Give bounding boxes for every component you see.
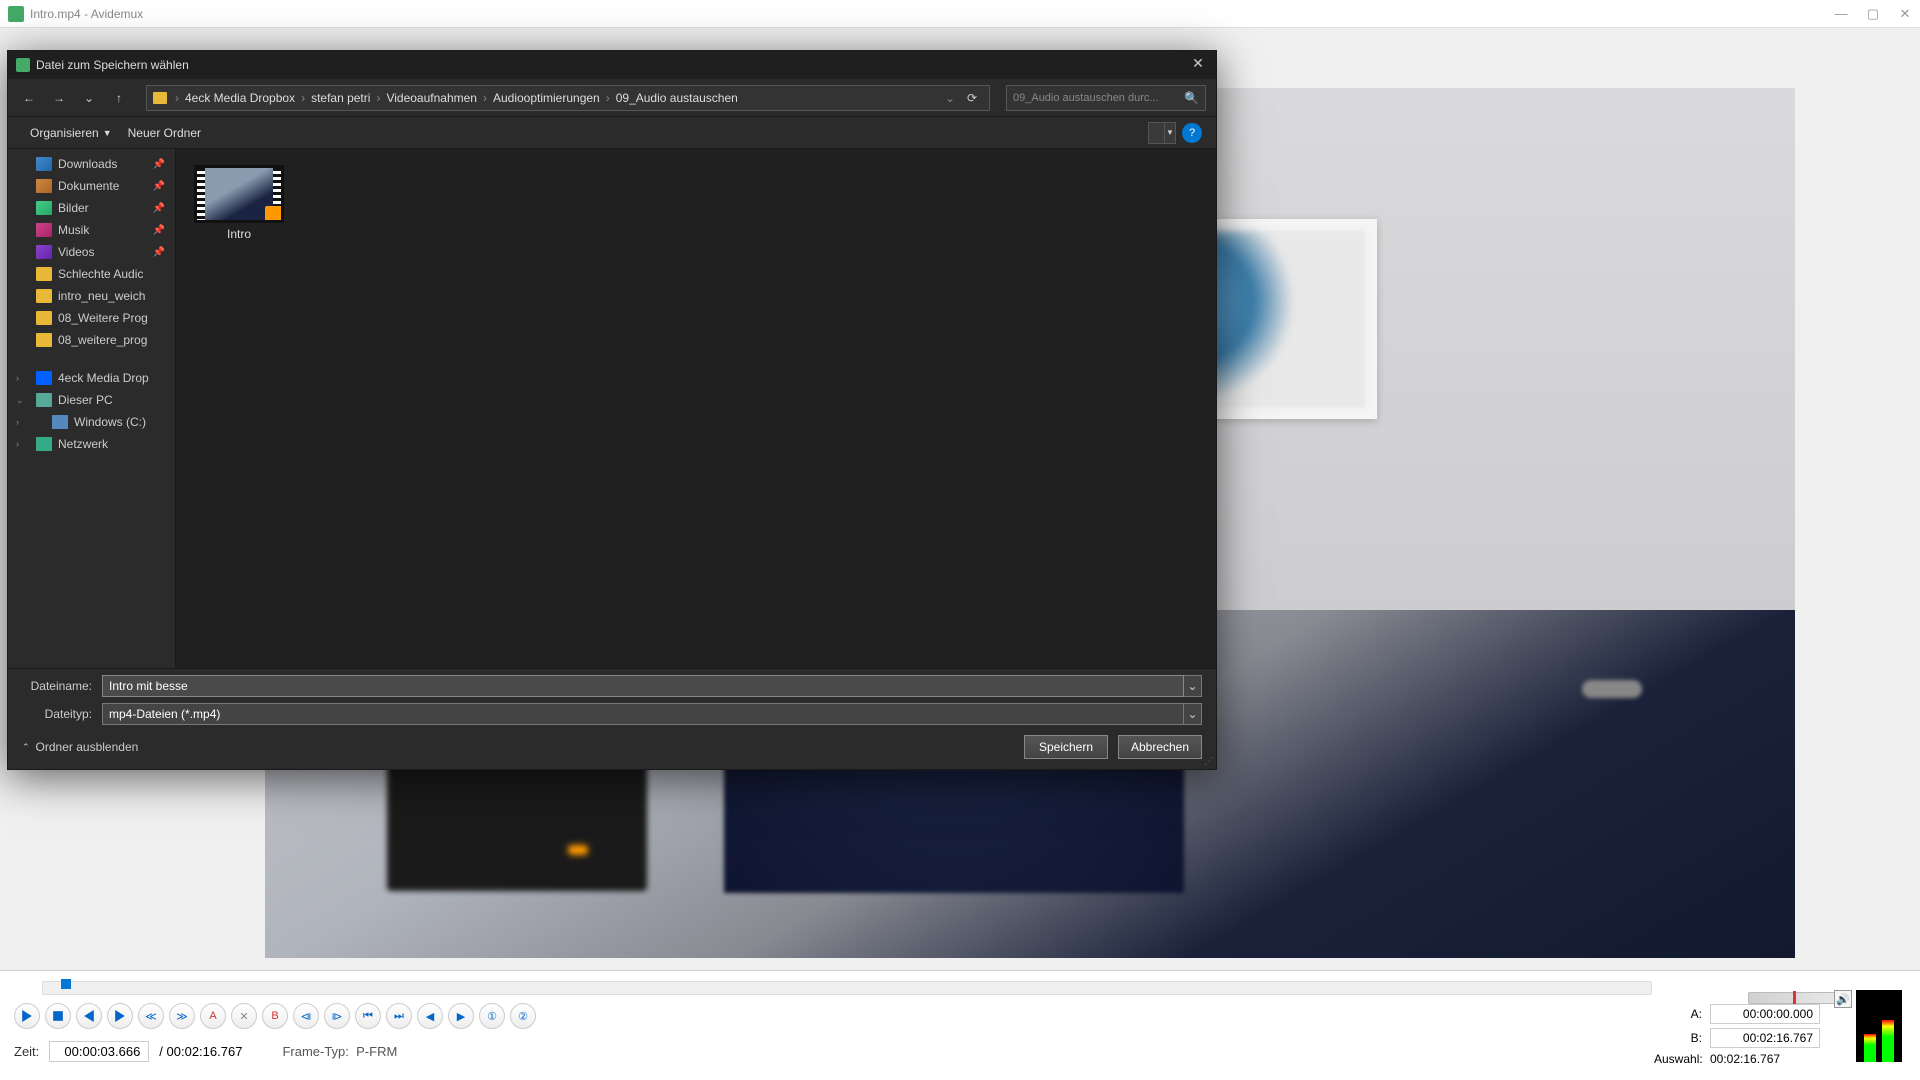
- marker-a-label: A:: [1654, 1007, 1710, 1021]
- selection-value: 00:02:16.767: [1710, 1052, 1780, 1066]
- play-button[interactable]: [14, 1003, 40, 1029]
- time-label: Zeit:: [14, 1044, 39, 1059]
- maximize-button[interactable]: ▢: [1866, 7, 1880, 21]
- sidebar-item[interactable]: ›Windows (C:): [8, 411, 175, 433]
- breadcrumb-item[interactable]: Videoaufnahmen: [382, 91, 481, 105]
- breadcrumb-item[interactable]: stefan petri: [307, 91, 374, 105]
- help-button[interactable]: ?: [1182, 123, 1202, 143]
- dialog-nav: ← → ⌄ ↑ › 4eck Media Dropbox› stefan pet…: [8, 79, 1216, 117]
- marker-b-value: 00:02:16.767: [1710, 1028, 1820, 1048]
- marker-b-label: B:: [1654, 1031, 1710, 1045]
- marker-1-button[interactable]: ①: [479, 1003, 505, 1029]
- file-label: Intro: [192, 227, 286, 241]
- nav-back-button[interactable]: ←: [18, 87, 40, 109]
- sidebar-item[interactable]: 08_weitere_prog: [8, 329, 175, 351]
- dialog-icon: [16, 58, 30, 72]
- sidebar-item[interactable]: Schlechte Audic: [8, 263, 175, 285]
- sidebar-item[interactable]: Videos📌: [8, 241, 175, 263]
- close-button[interactable]: ✕: [1898, 7, 1912, 21]
- save-dialog: Datei zum Speichern wählen ✕ ← → ⌄ ↑ › 4…: [7, 50, 1217, 770]
- nav-recent-button[interactable]: ⌄: [78, 87, 100, 109]
- filename-label: Dateiname:: [22, 679, 102, 693]
- marker-a-value: 00:00:00.000: [1710, 1004, 1820, 1024]
- folder-icon: [153, 92, 167, 104]
- search-placeholder: 09_Audio austauschen durc...: [1013, 92, 1184, 104]
- sidebar-item[interactable]: Downloads📌: [8, 153, 175, 175]
- sidebar-item[interactable]: Bilder📌: [8, 197, 175, 219]
- prev-keyframe-button[interactable]: ≪: [138, 1003, 164, 1029]
- main-area: ≪ ≫ A ✕ B ⧏ ⧐ ⏮ ⏭ ◀ ▶ ① ② Zeit: / 00:02:…: [0, 28, 1920, 1080]
- prev-black-button[interactable]: ◀: [417, 1003, 443, 1029]
- dialog-title: Datei zum Speichern wählen: [36, 58, 1188, 72]
- next-cut-button[interactable]: ⧐: [324, 1003, 350, 1029]
- sidebar-item[interactable]: ›4eck Media Drop: [8, 367, 175, 389]
- set-a-button[interactable]: A: [200, 1003, 226, 1029]
- goto-start-button[interactable]: ⏮: [355, 1003, 381, 1029]
- app-titlebar: Intro.mp4 - Avidemux — ▢ ✕: [0, 0, 1920, 28]
- sidebar-item[interactable]: ⌄Dieser PC: [8, 389, 175, 411]
- breadcrumb[interactable]: › 4eck Media Dropbox› stefan petri› Vide…: [146, 85, 990, 111]
- sidebar-item[interactable]: ›Netzwerk: [8, 433, 175, 455]
- sidebar-item[interactable]: 08_Weitere Prog: [8, 307, 175, 329]
- filename-dropdown[interactable]: ⌄: [1184, 675, 1202, 697]
- next-keyframe-button[interactable]: ≫: [169, 1003, 195, 1029]
- filename-input[interactable]: [102, 675, 1184, 697]
- goto-end-button[interactable]: ⏭: [386, 1003, 412, 1029]
- delete-button[interactable]: ✕: [231, 1003, 257, 1029]
- filetype-select[interactable]: mp4-Dateien (*.mp4): [102, 703, 1184, 725]
- nav-up-button[interactable]: ↑: [108, 87, 130, 109]
- sidebar-item[interactable]: intro_neu_weich: [8, 285, 175, 307]
- search-input[interactable]: 09_Audio austauschen durc... 🔍: [1006, 85, 1206, 111]
- set-b-button[interactable]: B: [262, 1003, 288, 1029]
- time-input[interactable]: [49, 1041, 149, 1062]
- nav-forward-button[interactable]: →: [48, 87, 70, 109]
- breadcrumb-item[interactable]: Audiooptimierungen: [489, 91, 604, 105]
- organize-button[interactable]: Organisieren▼: [22, 122, 120, 144]
- prev-cut-button[interactable]: ⧏: [293, 1003, 319, 1029]
- next-black-button[interactable]: ▶: [448, 1003, 474, 1029]
- minimize-button[interactable]: —: [1834, 7, 1848, 21]
- app-title: Intro.mp4 - Avidemux: [30, 7, 1834, 21]
- filetype-label: Dateityp:: [22, 707, 102, 721]
- stop-button[interactable]: [45, 1003, 71, 1029]
- vu-meter: [1856, 990, 1902, 1062]
- search-icon: 🔍: [1184, 91, 1199, 105]
- timeline-marker[interactable]: [61, 979, 71, 989]
- new-folder-button[interactable]: Neuer Ordner: [120, 122, 209, 144]
- file-list[interactable]: Intro: [176, 149, 1216, 668]
- sidebar-item[interactable]: Dokumente📌: [8, 175, 175, 197]
- prev-frame-button[interactable]: [76, 1003, 102, 1029]
- resize-grip[interactable]: ⋰: [1204, 756, 1214, 767]
- hide-folders-toggle[interactable]: ⌃Ordner ausblenden: [22, 740, 138, 754]
- duration-label: / 00:02:16.767: [159, 1044, 242, 1059]
- bottom-panel: ≪ ≫ A ✕ B ⧏ ⧐ ⏮ ⏭ ◀ ▶ ① ② Zeit: / 00:02:…: [0, 970, 1920, 1080]
- dialog-toolbar: Organisieren▼ Neuer Ordner ▼ ?: [8, 117, 1216, 149]
- file-item[interactable]: Intro: [192, 165, 286, 241]
- breadcrumb-dropdown[interactable]: ⌄: [939, 91, 961, 105]
- refresh-button[interactable]: ⟳: [961, 91, 983, 105]
- breadcrumb-item[interactable]: 4eck Media Dropbox: [181, 91, 299, 105]
- marker-2-button[interactable]: ②: [510, 1003, 536, 1029]
- dialog-close-button[interactable]: ✕: [1188, 55, 1208, 75]
- dialog-titlebar[interactable]: Datei zum Speichern wählen ✕: [8, 51, 1216, 79]
- save-button[interactable]: Speichern: [1024, 735, 1108, 759]
- sidebar-item[interactable]: Musik📌: [8, 219, 175, 241]
- sidebar: Downloads📌Dokumente📌Bilder📌Musik📌Videos📌…: [8, 149, 176, 668]
- view-toggle[interactable]: ▼: [1148, 122, 1176, 144]
- breadcrumb-item[interactable]: 09_Audio austauschen: [612, 91, 742, 105]
- speaker-icon[interactable]: 🔊: [1834, 990, 1852, 1008]
- ab-panel: A:00:00:00.000 B:00:02:16.767 Auswahl:00…: [1654, 1004, 1820, 1070]
- selection-label: Auswahl:: [1654, 1052, 1710, 1066]
- cancel-button[interactable]: Abbrechen: [1118, 735, 1202, 759]
- dialog-footer: Dateiname: ⌄ Dateityp: mp4-Dateien (*.mp…: [8, 668, 1216, 769]
- next-frame-button[interactable]: [107, 1003, 133, 1029]
- app-icon: [8, 6, 24, 22]
- timeline[interactable]: [42, 981, 1652, 995]
- volume-slider[interactable]: [1748, 992, 1838, 1004]
- frame-type-value: P-FRM: [356, 1044, 397, 1059]
- frame-type-label: Frame-Typ:: [282, 1044, 348, 1059]
- filetype-dropdown[interactable]: ⌄: [1184, 703, 1202, 725]
